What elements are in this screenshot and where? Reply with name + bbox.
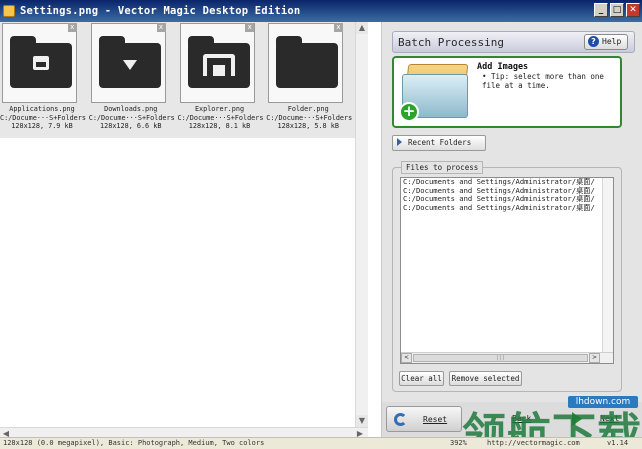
- status-image-info: 128x128 (0.0 megapixel), Basic: Photogra…: [3, 439, 265, 447]
- thumbnail-info: 128x128, 8.1 kB: [188, 122, 251, 130]
- thumbnail-caption: Applications.png C:/Docume···S+Folders 1…: [0, 105, 86, 131]
- thumbnail-item[interactable]: x Downloads.png C:/Docume···S+Folders 12…: [89, 22, 178, 138]
- scroll-up-icon[interactable]: ▲: [356, 22, 368, 34]
- window-controls: _ □ ✕: [594, 3, 640, 17]
- remove-selected-button[interactable]: Remove selected: [449, 371, 522, 386]
- thumbnail-item[interactable]: x Explorer.png C:/Docume···S+Folders 128…: [178, 22, 267, 138]
- file-list-item[interactable]: C:/Documents and Settings/Administrator/…: [401, 203, 613, 213]
- file-list-vertical-scrollbar[interactable]: [602, 178, 613, 363]
- thumbnail-frame[interactable]: [268, 23, 344, 103]
- add-images-tip: • Tip: select more than one file at a ti…: [482, 72, 604, 90]
- clear-all-button[interactable]: Clear all: [399, 371, 444, 386]
- folder-icon: [276, 36, 339, 88]
- add-folder-icon: +: [398, 62, 472, 122]
- app-icon: [3, 5, 15, 17]
- thumbnail-filename: Folder.png: [287, 105, 329, 113]
- thumbnail-filename: Applications.png: [9, 105, 75, 113]
- add-images-title: Add Images: [477, 62, 529, 72]
- status-bar: 128x128 (0.0 megapixel), Basic: Photogra…: [0, 437, 642, 449]
- explorer-icon: [202, 54, 235, 76]
- thumbnail-frame[interactable]: [90, 23, 166, 103]
- reset-button[interactable]: Reset: [386, 406, 462, 432]
- files-to-process-label: Files to process: [401, 161, 484, 174]
- status-version: v1.14: [607, 439, 629, 447]
- thumbnail-item[interactable]: x Folder.png C:/Docume···S+Folders 128x1…: [266, 22, 355, 138]
- close-button[interactable]: ✕: [626, 3, 640, 17]
- scroll-grip-icon: |||: [495, 355, 506, 361]
- files-to-process-group: Files to process C:/Documents and Settin…: [392, 161, 622, 392]
- help-label: Help: [602, 37, 622, 46]
- thumbnail-item[interactable]: x Applications.png C:/Docume···S+Folders…: [0, 22, 89, 138]
- thumbnail-caption: Folder.png C:/Docume···S+Folders 128x128…: [266, 105, 353, 131]
- panel-header: Batch Processing ? Help: [392, 31, 635, 53]
- reset-icon: [394, 413, 407, 426]
- scroll-down-icon[interactable]: ▼: [356, 415, 368, 427]
- scroll-right-icon[interactable]: >: [589, 353, 600, 363]
- thumbnail-path: C:/Docume···S+Folders: [88, 113, 175, 122]
- folder-icon: [98, 36, 161, 88]
- scroll-left-icon[interactable]: <: [401, 353, 412, 363]
- thumbnail-info: 128x128, 7.9 kB: [11, 122, 73, 130]
- help-icon: ?: [588, 36, 599, 47]
- window-title: Settings.png - Vector Magic Desktop Edit…: [20, 5, 301, 17]
- folder-icon: [187, 36, 250, 88]
- thumbnail-strip: x Applications.png C:/Docume···S+Folders…: [0, 22, 355, 138]
- recent-folders-button[interactable]: Recent Folders: [392, 135, 486, 151]
- remove-thumbnail-icon[interactable]: x: [334, 23, 343, 32]
- file-list-horizontal-scrollbar[interactable]: < ||| >: [401, 352, 613, 363]
- remove-thumbnail-icon[interactable]: x: [156, 23, 166, 32]
- scroll-thumb[interactable]: |||: [413, 354, 588, 362]
- vertical-scrollbar[interactable]: ▲ ▼: [355, 22, 368, 427]
- folder-icon: [10, 36, 72, 88]
- plus-icon: +: [399, 102, 419, 122]
- thumbnail-caption: Downloads.png C:/Docume···S+Folders 128x…: [88, 105, 175, 131]
- thumbnail-filename: Downloads.png: [104, 105, 158, 113]
- help-button[interactable]: ? Help: [584, 34, 628, 50]
- file-list[interactable]: C:/Documents and Settings/Administrator/…: [400, 177, 614, 364]
- watermark-site: lhdown.com: [568, 396, 638, 408]
- add-images-button[interactable]: + Add Images • Tip: select more than one…: [392, 56, 622, 128]
- status-url[interactable]: http://vectormagic.com: [487, 438, 580, 449]
- reset-label: Reset: [423, 415, 448, 424]
- recent-folders-label: Recent Folders: [408, 138, 472, 147]
- thumbnail-frame[interactable]: [2, 23, 77, 103]
- batch-panel: Batch Processing ? Help + Add Images • Ti…: [381, 22, 642, 437]
- download-icon: [122, 60, 137, 70]
- thumbnail-path: C:/Docume···S+Folders: [0, 113, 86, 122]
- remove-thumbnail-icon[interactable]: x: [67, 23, 77, 32]
- minimize-button[interactable]: _: [594, 3, 608, 17]
- thumbnail-info: 128x128, 6.6 kB: [100, 122, 162, 130]
- panel-title: Batch Processing: [398, 36, 504, 49]
- status-zoom: 392%: [450, 439, 467, 447]
- expand-arrow-icon: [397, 138, 402, 146]
- window-icon: [33, 56, 49, 70]
- title-bar: Settings.png - Vector Magic Desktop Edit…: [0, 0, 642, 22]
- image-browser: x Applications.png C:/Docume···S+Folders…: [0, 22, 368, 439]
- thumbnail-path: C:/Docume···S+Folders: [266, 113, 353, 122]
- maximize-button[interactable]: □: [610, 3, 624, 17]
- remove-thumbnail-icon[interactable]: x: [245, 23, 255, 32]
- thumbnail-frame[interactable]: [179, 23, 255, 103]
- thumbnail-caption: Explorer.png C:/Docume···S+Folders 128x1…: [177, 105, 264, 131]
- thumbnail-path: C:/Docume···S+Folders: [177, 113, 264, 122]
- thumbnail-filename: Explorer.png: [194, 105, 245, 113]
- thumbnail-info: 128x128, 5.8 kB: [277, 122, 339, 130]
